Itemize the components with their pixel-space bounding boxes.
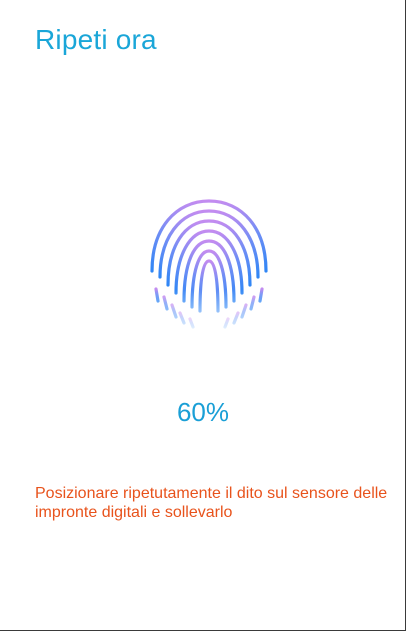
page-title: Ripeti ora [35,24,157,55]
enrollment-progress-text: 60% [176,397,230,427]
instruction-text: Posizionare ripetutamente il dito sul se… [35,485,388,521]
fingerprint-icon [146,193,272,335]
enrollment-screen: Ripeti ora 60% Posizionare ripetutamente… [0,0,406,631]
